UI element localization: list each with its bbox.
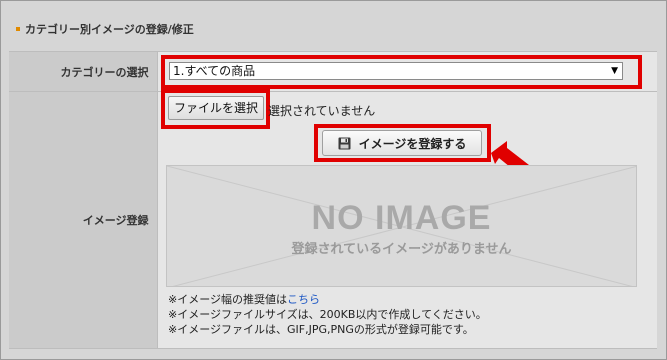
category-label: カテゴリーの選択 (9, 51, 158, 92)
floppy-disk-icon (338, 137, 351, 150)
choose-file-button[interactable]: ファイルを選択 (168, 96, 264, 120)
section-title-text: カテゴリー別イメージの登録/修正 (25, 23, 194, 36)
no-image-title: NO IMAGE (311, 199, 492, 237)
file-status-text: 選択されていません (268, 104, 376, 118)
note1-text: ※イメージ幅の推奨値は (168, 293, 287, 306)
no-image-placeholder: NO IMAGE 登録されているイメージがありません (166, 165, 637, 287)
recommended-width-link[interactable]: こちら (287, 293, 320, 306)
category-select[interactable]: 1.すべての商品 ▼ (169, 62, 623, 80)
register-image-button[interactable]: イメージを登録する (322, 130, 482, 156)
section-title: カテゴリー別イメージの登録/修正 (16, 21, 194, 37)
note-file-format: ※イメージファイルは、GIF,JPG,PNGの形式が登録可能です。 (168, 323, 474, 336)
image-register-label: イメージ登録 (9, 91, 158, 349)
title-bullet-icon (16, 27, 20, 31)
dropdown-arrow-icon: ▼ (611, 66, 618, 76)
register-button-label: イメージを登録する (358, 136, 467, 151)
no-image-message: 登録されているイメージがありません (291, 242, 512, 257)
note-file-size: ※イメージファイルサイズは、200KB以内で作成してください。 (168, 308, 487, 321)
image-notes: ※イメージ幅の推奨値はこちら ※イメージファイルサイズは、200KB以内で作成し… (168, 292, 487, 337)
note-recommended-width: ※イメージ幅の推奨値はこちら (168, 292, 487, 307)
category-select-value: 1.すべての商品 (173, 64, 256, 78)
